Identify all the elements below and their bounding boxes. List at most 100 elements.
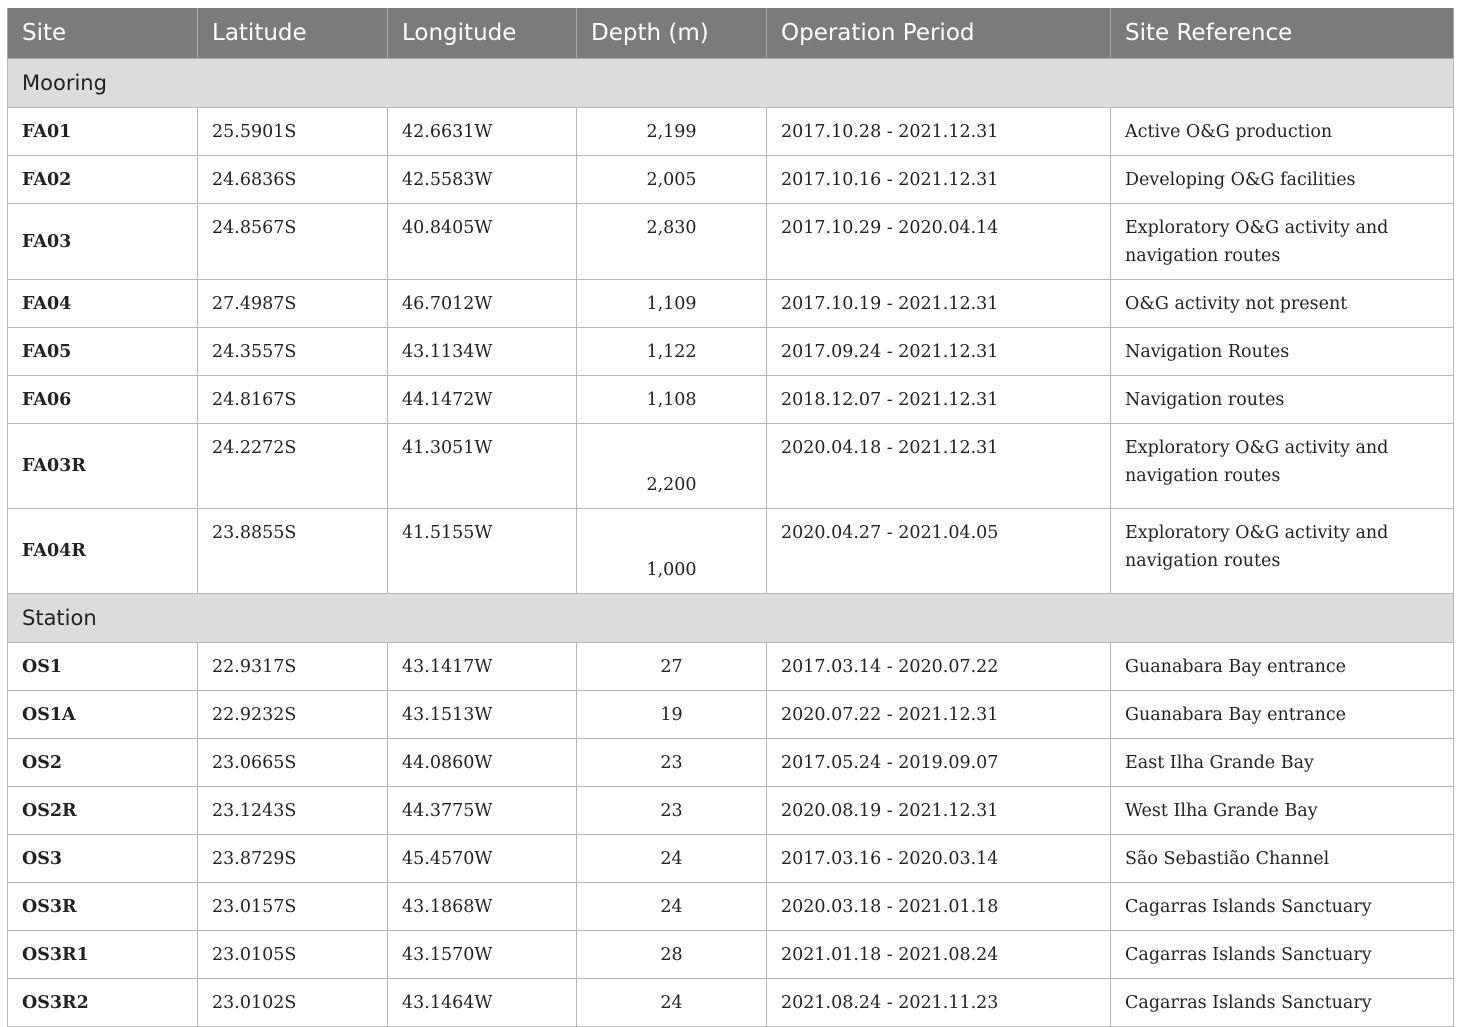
header-depth: Depth (m) xyxy=(576,8,767,59)
cell-latitude: 24.8167S xyxy=(197,375,388,424)
cell-latitude: 23.0157S xyxy=(197,882,388,931)
cell-site: FA02 xyxy=(7,155,198,204)
table-row: OS3 23.8729S 45.4570W 24 2017.03.16 - 20… xyxy=(7,834,1454,883)
group-label: Station xyxy=(7,593,1454,643)
header-site-reference: Site Reference xyxy=(1110,8,1454,59)
cell-depth: 28 xyxy=(576,930,767,979)
table-row: FA05 24.3557S 43.1134W 1,122 2017.09.24 … xyxy=(7,327,1454,376)
cell-site: FA06 xyxy=(7,375,198,424)
cell-site-reference: Guanabara Bay entrance xyxy=(1110,642,1454,691)
cell-depth: 1,108 xyxy=(576,375,767,424)
cell-operation-period: 2017.03.16 - 2020.03.14 xyxy=(766,834,1111,883)
cell-longitude: 46.7012W xyxy=(387,279,577,328)
cell-longitude: 45.4570W xyxy=(387,834,577,883)
cell-depth: 1,109 xyxy=(576,279,767,328)
cell-site-reference: Cagarras Islands Sanctuary xyxy=(1110,882,1454,931)
cell-depth: 2,830 xyxy=(576,203,767,280)
table-row: FA03R 24.2272S 41.3051W 2,200 2020.04.18… xyxy=(7,423,1454,509)
cell-operation-period: 2020.07.22 - 2021.12.31 xyxy=(766,690,1111,739)
cell-latitude: 23.0105S xyxy=(197,930,388,979)
cell-operation-period: 2017.09.24 - 2021.12.31 xyxy=(766,327,1111,376)
cell-depth: 1,122 xyxy=(576,327,767,376)
cell-site-reference: O&G activity not present xyxy=(1110,279,1454,328)
cell-latitude: 24.2272S xyxy=(197,423,388,509)
cell-depth: 1,000 xyxy=(576,508,767,594)
cell-longitude: 40.8405W xyxy=(387,203,577,280)
cell-site: FA04 xyxy=(7,279,198,328)
cell-site-reference: East Ilha Grande Bay xyxy=(1110,738,1454,787)
cell-site: OS2R xyxy=(7,786,198,835)
cell-site: OS1 xyxy=(7,642,198,691)
group-row-station: Station xyxy=(7,593,1454,643)
cell-longitude: 43.1464W xyxy=(387,978,577,1027)
table-row: OS1A 22.9232S 43.1513W 19 2020.07.22 - 2… xyxy=(7,690,1454,739)
cell-depth: 23 xyxy=(576,786,767,835)
table-row: OS3R1 23.0105S 43.1570W 28 2021.01.18 - … xyxy=(7,930,1454,979)
cell-site-reference: Exploratory O&G activity and navigation … xyxy=(1110,508,1454,594)
cell-operation-period: 2017.05.24 - 2019.09.07 xyxy=(766,738,1111,787)
cell-longitude: 43.1134W xyxy=(387,327,577,376)
cell-operation-period: 2021.08.24 - 2021.11.23 xyxy=(766,978,1111,1027)
cell-site-reference: Cagarras Islands Sanctuary xyxy=(1110,930,1454,979)
cell-longitude: 43.1570W xyxy=(387,930,577,979)
header-operation-period: Operation Period xyxy=(766,8,1111,59)
cell-longitude: 44.0860W xyxy=(387,738,577,787)
cell-longitude: 44.3775W xyxy=(387,786,577,835)
cell-latitude: 22.9232S xyxy=(197,690,388,739)
cell-latitude: 24.6836S xyxy=(197,155,388,204)
cell-site: FA04R xyxy=(7,508,198,594)
cell-operation-period: 2017.03.14 - 2020.07.22 xyxy=(766,642,1111,691)
cell-depth: 2,199 xyxy=(576,107,767,156)
cell-operation-period: 2017.10.16 - 2021.12.31 xyxy=(766,155,1111,204)
cell-site-reference: Developing O&G facilities xyxy=(1110,155,1454,204)
table-row: OS2 23.0665S 44.0860W 23 2017.05.24 - 20… xyxy=(7,738,1454,787)
header-row: Site Latitude Longitude Depth (m) Operat… xyxy=(7,8,1454,59)
cell-site: OS3R2 xyxy=(7,978,198,1027)
cell-depth: 23 xyxy=(576,738,767,787)
table-row: FA04R 23.8855S 41.5155W 1,000 2020.04.27… xyxy=(7,508,1454,594)
cell-longitude: 42.6631W xyxy=(387,107,577,156)
cell-operation-period: 2017.10.28 - 2021.12.31 xyxy=(766,107,1111,156)
cell-operation-period: 2018.12.07 - 2021.12.31 xyxy=(766,375,1111,424)
cell-longitude: 43.1417W xyxy=(387,642,577,691)
table-row: OS1 22.9317S 43.1417W 27 2017.03.14 - 20… xyxy=(7,642,1454,691)
cell-latitude: 23.0665S xyxy=(197,738,388,787)
cell-latitude: 23.1243S xyxy=(197,786,388,835)
cell-site-reference: São Sebastião Channel xyxy=(1110,834,1454,883)
cell-longitude: 43.1513W xyxy=(387,690,577,739)
cell-latitude: 23.0102S xyxy=(197,978,388,1027)
cell-operation-period: 2020.04.18 - 2021.12.31 xyxy=(766,423,1111,509)
cell-longitude: 42.5583W xyxy=(387,155,577,204)
cell-site: OS3 xyxy=(7,834,198,883)
cell-latitude: 24.3557S xyxy=(197,327,388,376)
cell-site-reference: Navigation Routes xyxy=(1110,327,1454,376)
cell-longitude: 43.1868W xyxy=(387,882,577,931)
cell-site: OS3R xyxy=(7,882,198,931)
cell-operation-period: 2017.10.29 - 2020.04.14 xyxy=(766,203,1111,280)
cell-depth: 24 xyxy=(576,978,767,1027)
cell-longitude: 41.3051W xyxy=(387,423,577,509)
header-latitude: Latitude xyxy=(197,8,388,59)
cell-site: OS2 xyxy=(7,738,198,787)
table-row: FA04 27.4987S 46.7012W 1,109 2017.10.19 … xyxy=(7,279,1454,328)
cell-latitude: 23.8855S xyxy=(197,508,388,594)
cell-site: OS3R1 xyxy=(7,930,198,979)
cell-depth: 2,200 xyxy=(576,423,767,509)
cell-operation-period: 2020.08.19 - 2021.12.31 xyxy=(766,786,1111,835)
cell-depth: 19 xyxy=(576,690,767,739)
cell-site-reference: Active O&G production xyxy=(1110,107,1454,156)
table-container: Site Latitude Longitude Depth (m) Operat… xyxy=(7,8,1454,1027)
cell-depth: 24 xyxy=(576,882,767,931)
cell-latitude: 23.8729S xyxy=(197,834,388,883)
cell-site-reference: Guanabara Bay entrance xyxy=(1110,690,1454,739)
cell-site-reference: Cagarras Islands Sanctuary xyxy=(1110,978,1454,1027)
table-row: FA02 24.6836S 42.5583W 2,005 2017.10.16 … xyxy=(7,155,1454,204)
cell-site-reference: Navigation routes xyxy=(1110,375,1454,424)
cell-site-reference: Exploratory O&G activity and navigation … xyxy=(1110,423,1454,509)
cell-operation-period: 2020.03.18 - 2021.01.18 xyxy=(766,882,1111,931)
group-row-mooring: Mooring xyxy=(7,58,1454,108)
table-row: OS3R2 23.0102S 43.1464W 24 2021.08.24 - … xyxy=(7,978,1454,1027)
header-site: Site xyxy=(7,8,198,59)
cell-site: FA03 xyxy=(7,203,198,280)
cell-depth: 2,005 xyxy=(576,155,767,204)
